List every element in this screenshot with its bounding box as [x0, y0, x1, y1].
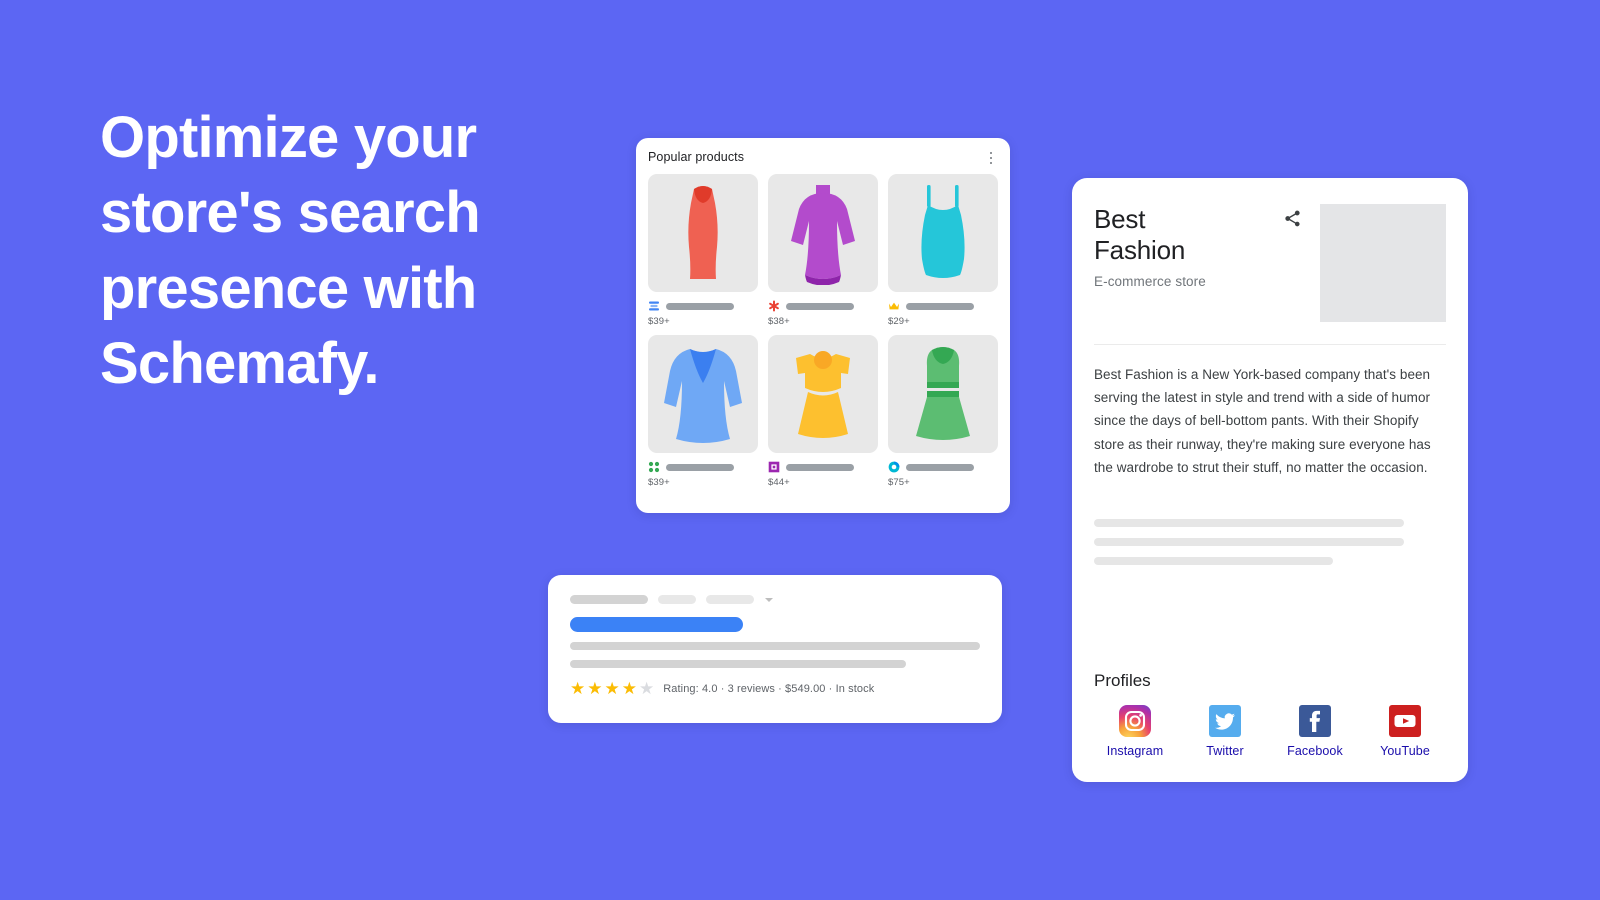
profile-link-youtube[interactable]: YouTube	[1366, 705, 1444, 758]
popular-products-header: Popular products	[648, 148, 998, 174]
product-source-row	[648, 461, 758, 473]
result-snippet-line	[570, 642, 980, 650]
product-image	[648, 174, 758, 292]
product-price: $75+	[888, 477, 910, 488]
product-tile[interactable]: $75+	[888, 335, 998, 488]
store-image-placeholder	[1320, 204, 1446, 322]
result-title-placeholder[interactable]	[570, 617, 743, 632]
knowledge-panel-placeholder-lines	[1094, 519, 1446, 576]
product-tile[interactable]: $39+	[648, 174, 758, 327]
product-price: $39+	[648, 316, 670, 327]
product-source-placeholder	[906, 302, 974, 310]
knowledge-panel-title: Best Fashion	[1094, 204, 1186, 265]
blue-lines-favicon	[649, 301, 659, 311]
star-icon: ★	[621, 679, 637, 698]
placeholder-line	[1094, 519, 1404, 528]
breadcrumb	[570, 595, 980, 604]
result-rating-row: ★ ★ ★ ★ ★ Rating: 4.0 · 3 reviews · $549…	[570, 680, 980, 697]
profile-label: YouTube	[1380, 744, 1430, 758]
star-icon: ★	[587, 679, 603, 698]
product-source-row	[888, 461, 998, 473]
green-dots-favicon	[648, 461, 660, 473]
product-price: $39+	[648, 477, 670, 488]
knowledge-panel-headings: Best Fashion E-commerce store	[1094, 204, 1283, 289]
profile-link-instagram[interactable]: Instagram	[1096, 705, 1174, 758]
placeholder-line	[1094, 538, 1404, 547]
product-image	[768, 174, 878, 292]
product-source-row	[768, 300, 878, 312]
product-source-row	[648, 300, 758, 312]
popular-products-grid: $39+ $38+ $29+ $39+ $44+ $75+	[648, 174, 998, 488]
product-image	[648, 335, 758, 453]
placeholder-line	[1094, 557, 1334, 566]
product-source-placeholder	[786, 302, 854, 310]
page-root: Optimize your store's search presence wi…	[0, 0, 1600, 900]
star-icon-empty: ★	[639, 679, 655, 698]
page-title: Optimize your store's search presence wi…	[100, 105, 481, 397]
twitter-icon	[1209, 705, 1241, 737]
instagram-icon	[1119, 705, 1151, 737]
product-tile[interactable]: $29+	[888, 174, 998, 327]
gold-crown-favicon	[889, 302, 899, 310]
hero-section: Optimize your store's search presence wi…	[100, 100, 570, 402]
product-tile[interactable]: $38+	[768, 174, 878, 327]
product-source-row	[768, 461, 878, 473]
popular-products-card: Popular products $39+ $38+ $29+ $39+ $44…	[636, 138, 1010, 513]
breadcrumb-placeholder	[570, 595, 648, 604]
profile-label: Twitter	[1206, 744, 1244, 758]
product-source-placeholder	[666, 302, 734, 310]
knowledge-panel-subtitle: E-commerce store	[1094, 274, 1206, 290]
profile-label: Instagram	[1106, 744, 1164, 758]
popular-products-title: Popular products	[648, 150, 745, 164]
facebook-icon	[1299, 705, 1331, 737]
search-result-card: ★ ★ ★ ★ ★ Rating: 4.0 · 3 reviews · $549…	[548, 575, 1002, 723]
knowledge-panel-description: Best Fashion is a New York-based company…	[1094, 367, 1431, 475]
profile-label: Facebook	[1287, 744, 1343, 758]
red-asterisk-favicon	[769, 300, 779, 312]
product-source-placeholder	[786, 463, 854, 471]
product-image	[768, 335, 878, 453]
profile-link-twitter[interactable]: Twitter	[1186, 705, 1264, 758]
knowledge-panel-header: Best Fashion E-commerce store	[1094, 204, 1446, 322]
product-image	[888, 335, 998, 453]
result-snippet-line	[570, 660, 907, 668]
knowledge-panel: Best Fashion E-commerce store Best Fashi…	[1072, 178, 1468, 782]
purple-square-favicon	[768, 461, 780, 473]
profile-link-facebook[interactable]: Facebook	[1276, 705, 1354, 758]
star-icon: ★	[604, 679, 620, 698]
youtube-icon	[1389, 705, 1421, 737]
star-rating: ★ ★ ★ ★ ★	[570, 680, 654, 697]
profiles-heading: Profiles	[1094, 671, 1151, 690]
product-source-placeholder	[906, 463, 974, 471]
product-image	[888, 174, 998, 292]
product-tile[interactable]: $44+	[768, 335, 878, 488]
product-price: $44+	[768, 477, 790, 488]
chevron-down-icon[interactable]	[765, 597, 773, 602]
product-source-row	[888, 300, 998, 312]
breadcrumb-placeholder	[658, 595, 696, 604]
divider	[1094, 344, 1446, 345]
kebab-menu-icon[interactable]	[984, 150, 998, 166]
profiles-list: Instagram Twitter Facebook YouTube	[1094, 705, 1446, 758]
share-icon[interactable]	[1283, 209, 1302, 233]
cyan-ring-favicon	[888, 461, 900, 473]
product-price: $38+	[768, 316, 790, 327]
star-icon: ★	[570, 679, 586, 698]
product-tile[interactable]: $39+	[648, 335, 758, 488]
product-source-placeholder	[666, 463, 734, 471]
breadcrumb-placeholder	[706, 595, 754, 604]
product-price: $29+	[888, 316, 910, 327]
rating-summary: Rating: 4.0 · 3 reviews · $549.00 · In s…	[663, 682, 875, 695]
